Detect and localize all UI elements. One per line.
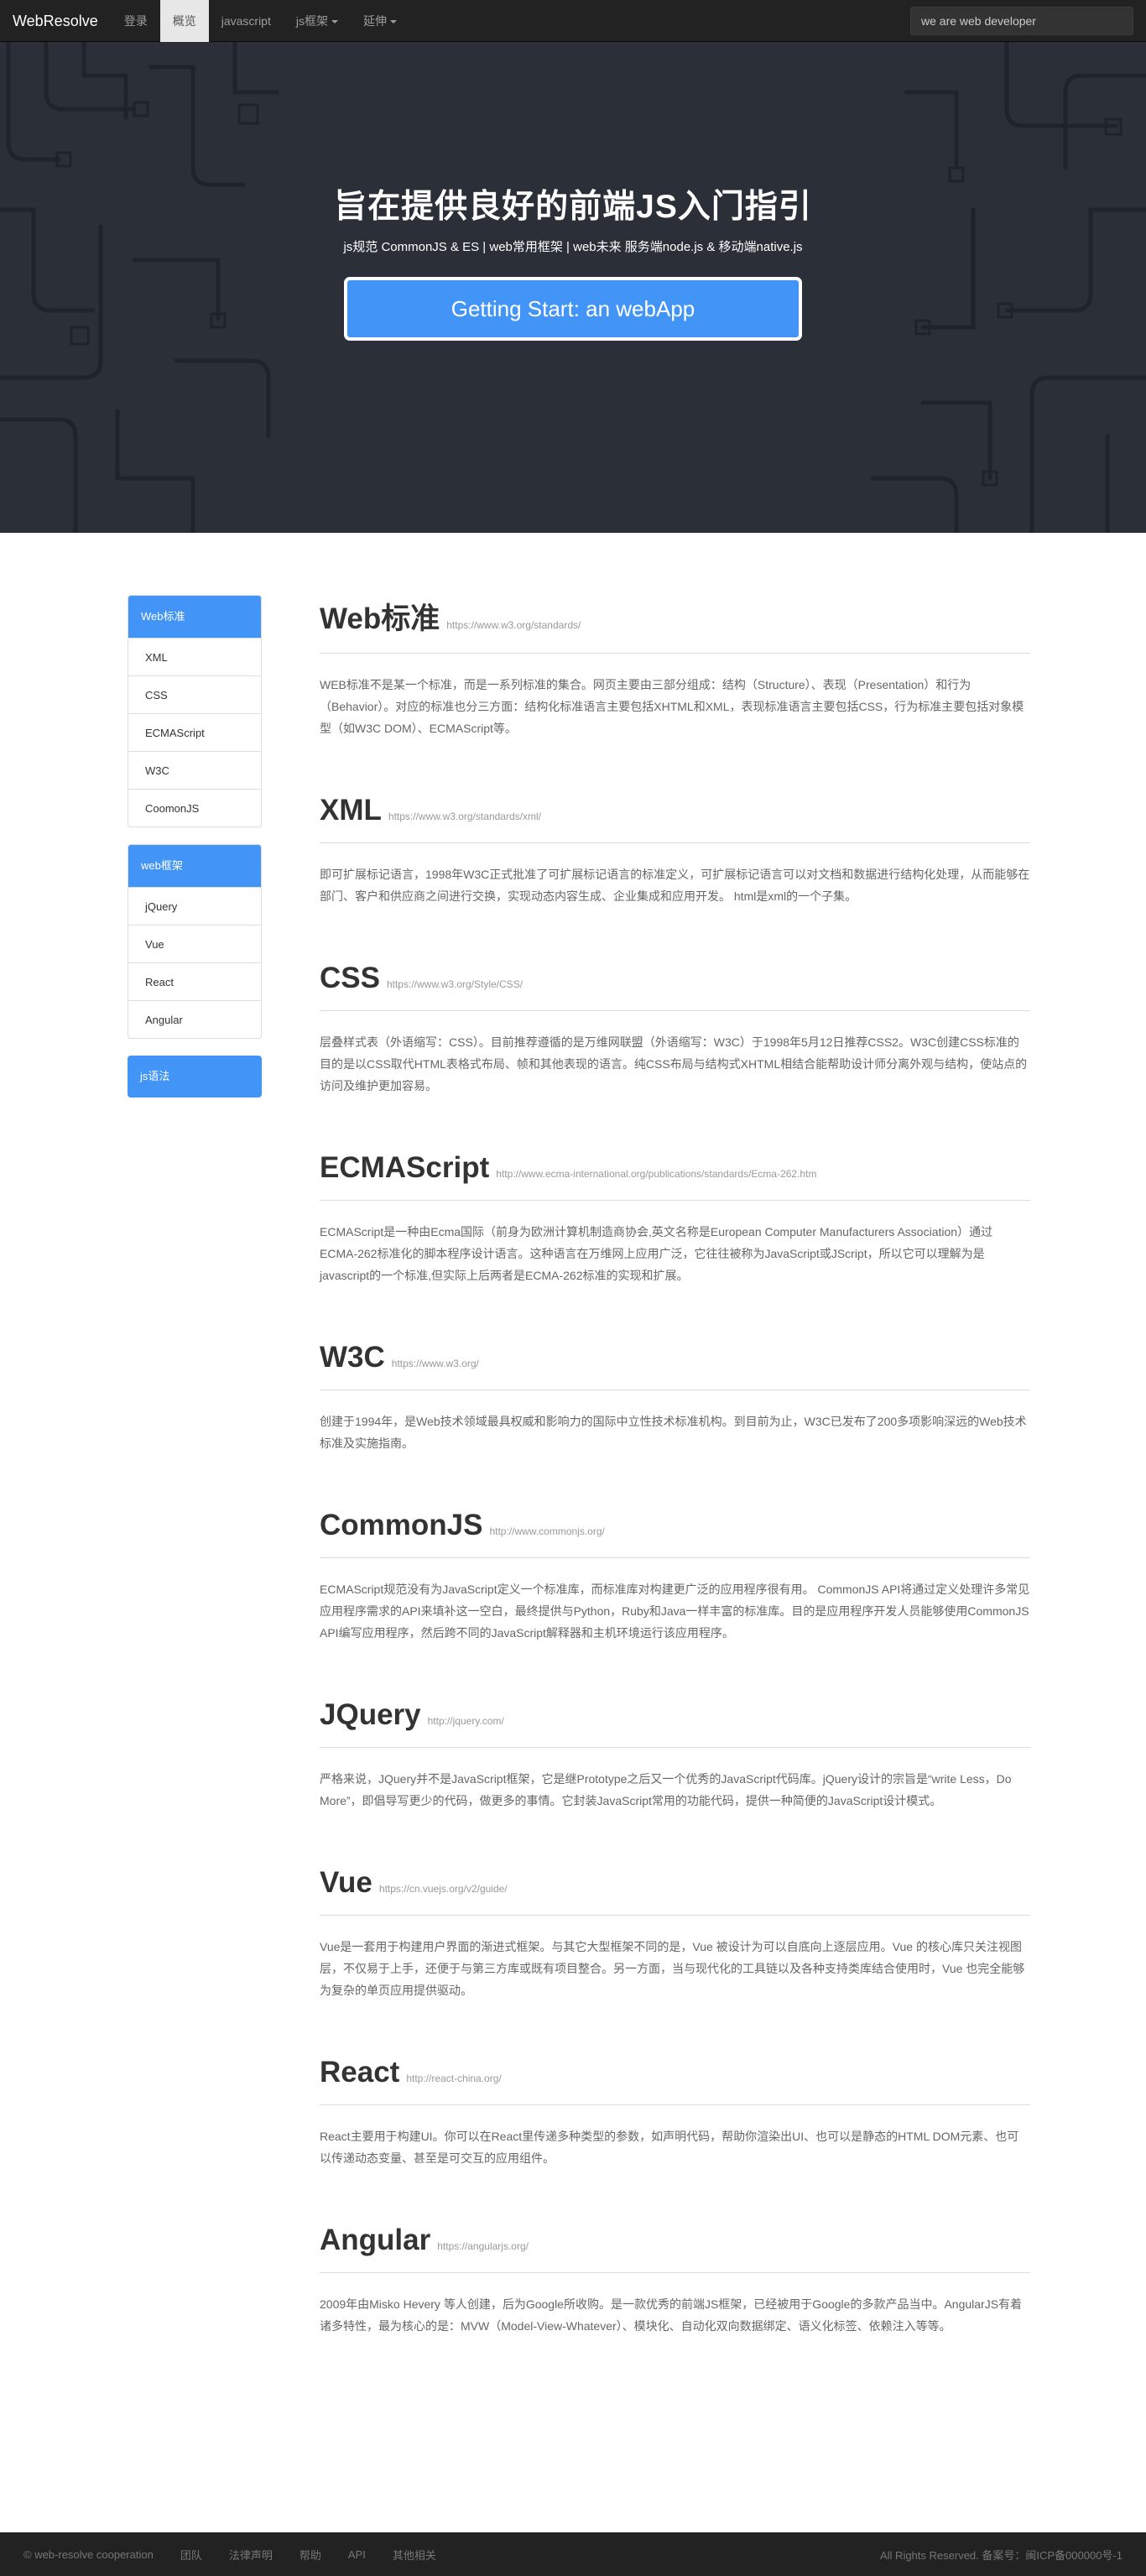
section-body: React主要用于构建UI。你可以在React里传递多种类型的参数，如声明代码，… <box>320 2130 1019 2165</box>
section-title: Angular <box>320 2224 431 2256</box>
page-footer: © web-resolve cooperation 团队 法律声明 帮助 API… <box>0 2532 1146 2576</box>
section-xml: XML https://www.w3.org/standards/xml/ 即可扩… <box>320 794 1030 962</box>
section-body: 严格来说，JQuery并不是JavaScript框架，它是继Prototype之… <box>320 1772 1012 1807</box>
section-css: CSS https://www.w3.org/Style/CSS/ 层叠样式表（外… <box>320 962 1030 1151</box>
nav-extend-dropdown[interactable]: 延伸 <box>351 0 409 42</box>
brand-logo[interactable]: WebResolve <box>0 0 112 42</box>
section-react: React http://react-china.org/ React主要用于构建… <box>320 2056 1030 2224</box>
footer-link-team[interactable]: 团队 <box>180 2547 202 2563</box>
nav-javascript[interactable]: javascript <box>209 0 284 42</box>
section-jquery: JQuery http://jquery.com/ 严格来说，JQuery并不是J… <box>320 1698 1030 1866</box>
search-input[interactable] <box>910 7 1133 35</box>
sidebar-item-vue[interactable]: Vue <box>128 925 261 962</box>
sidebar-item-react[interactable]: React <box>128 962 261 1000</box>
sidebar-group-web-frameworks: web框架 jQuery Vue React Angular <box>128 844 262 1039</box>
section-link[interactable]: https://www.w3.org/Style/CSS/ <box>387 978 523 990</box>
section-body: 层叠样式表（外语缩写：CSS）。目前推荐遵循的是万维网联盟（外语缩写：W3C）于… <box>320 1035 1028 1092</box>
section-ecmascript: ECMAScript http://www.ecma-international.… <box>320 1151 1030 1341</box>
hero-subtitle: js规范 CommonJS & ES | web常用框架 | web未来 服务端… <box>343 240 803 254</box>
footer-link-legal[interactable]: 法律声明 <box>229 2547 273 2563</box>
footer-link-help[interactable]: 帮助 <box>300 2547 321 2563</box>
hero-content: 旨在提供良好的前端JS入门指引 js规范 CommonJS & ES | web… <box>0 180 1146 341</box>
section-header: CSS https://www.w3.org/Style/CSS/ <box>320 962 1030 1011</box>
sidebar-group-js-syntax: js语法 <box>128 1056 262 1098</box>
nav-javascript-label: javascript <box>221 13 271 28</box>
sidebar-item-commonjs[interactable]: CoomonJS <box>128 789 261 827</box>
section-commonjs: CommonJS http://www.commonjs.org/ ECMAScr… <box>320 1509 1030 1698</box>
section-header: W3C https://www.w3.org/ <box>320 1341 1030 1390</box>
section-body: 创建于1994年，是Web技术领域最具权威和影响力的国际中立性技术标准机构。到目… <box>320 1415 1027 1450</box>
footer-link-api[interactable]: API <box>348 2548 366 2561</box>
nav-login-label: 登录 <box>123 13 148 28</box>
section-title: CommonJS <box>320 1509 483 1541</box>
sidebar-item-angular[interactable]: Angular <box>128 1000 261 1038</box>
section-angular: Angular https://angularjs.org/ 2009年由Misk… <box>320 2224 1030 2391</box>
sidebar-heading-js-syntax[interactable]: js语法 <box>128 1056 262 1098</box>
sidebar: Web标准 XML CSS ECMAScript W3C CoomonJS we… <box>128 595 262 1114</box>
section-w3c: W3C https://www.w3.org/ 创建于1994年，是Web技术领域… <box>320 1341 1030 1509</box>
sidebar-heading-web-frameworks[interactable]: web框架 <box>128 845 261 887</box>
section-title: W3C <box>320 1341 385 1374</box>
section-body: Vue是一套用于构建用户界面的渐进式框架。与其它大型框架不同的是，Vue 被设计… <box>320 1940 1025 1997</box>
section-header: ECMAScript http://www.ecma-international.… <box>320 1151 1030 1201</box>
sidebar-item-ecmascript[interactable]: ECMAScript <box>128 713 261 751</box>
section-link[interactable]: http://www.ecma-international.org/public… <box>496 1168 816 1180</box>
section-body: WEB标准不是某一个标准，而是一系列标准的集合。网页主要由三部分组成：结构（St… <box>320 678 1024 735</box>
nav-js-frameworks-dropdown[interactable]: js框架 <box>284 0 351 42</box>
section-title: XML <box>320 794 382 827</box>
hero-title: 旨在提供良好的前端JS入门指引 <box>334 189 812 225</box>
section-title: CSS <box>320 962 380 994</box>
section-header: Web标准 https://www.w3.org/standards/ <box>320 595 1030 654</box>
section-title: JQuery <box>320 1698 421 1731</box>
section-body: ECMAScript是一种由Ecma国际（前身为欧洲计算机制造商协会,英文名称是… <box>320 1225 993 1282</box>
section-header: CommonJS http://www.commonjs.org/ <box>320 1509 1030 1558</box>
section-vue: Vue https://cn.vuejs.org/v2/guide/ Vue是一套… <box>320 1866 1030 2056</box>
footer-link-other[interactable]: 其他相关 <box>393 2547 436 2563</box>
section-header: Vue https://cn.vuejs.org/v2/guide/ <box>320 1866 1030 1916</box>
section-link[interactable]: https://www.w3.org/standards/xml/ <box>388 811 541 822</box>
footer-copyright: © web-resolve cooperation <box>23 2547 154 2561</box>
section-title: React <box>320 2056 400 2088</box>
section-link[interactable]: https://cn.vuejs.org/v2/guide/ <box>379 1883 508 1895</box>
section-link[interactable]: https://www.w3.org/standards/ <box>446 619 581 631</box>
section-link[interactable]: http://react-china.org/ <box>406 2073 501 2084</box>
section-title: Web标准 <box>320 602 440 635</box>
section-header: XML https://www.w3.org/standards/xml/ <box>320 794 1030 843</box>
section-title: ECMAScript <box>320 1151 490 1184</box>
section-title: Vue <box>320 1866 372 1899</box>
chevron-down-icon <box>389 19 397 23</box>
sidebar-item-css[interactable]: CSS <box>128 675 261 713</box>
sidebar-group-web-standards: Web标准 XML CSS ECMAScript W3C CoomonJS <box>128 595 262 827</box>
sidebar-item-w3c[interactable]: W3C <box>128 751 261 789</box>
nav-overview[interactable]: 概览 <box>159 0 209 42</box>
getting-start-button[interactable]: Getting Start: an webApp <box>344 277 802 341</box>
hero-banner: 旨在提供良好的前端JS入门指引 js规范 CommonJS & ES | web… <box>0 42 1146 533</box>
sidebar-item-jquery[interactable]: jQuery <box>128 887 261 925</box>
section-body: 即可扩展标记语言，1998年W3C正式批准了可扩展标记语言的标准定义，可扩展标记… <box>320 868 1030 903</box>
section-header: Angular https://angularjs.org/ <box>320 2224 1030 2273</box>
main-articles: Web标准 https://www.w3.org/standards/ WEB标准… <box>320 595 1030 2391</box>
section-body: ECMAScript规范没有为JavaScript定义一个标准库，而标准库对构建… <box>320 1583 1030 1640</box>
section-body: 2009年由Misko Hevery 等人创建，后为Google所收购。是一款优… <box>320 2297 1023 2333</box>
footer-rights: All Rights Reserved. 备案号：闽ICP备000000号-1 <box>880 2548 1123 2562</box>
main-nav: 登录 概览 javascript js框架 延伸 <box>112 0 409 42</box>
section-link[interactable]: https://www.w3.org/ <box>392 1358 479 1369</box>
nav-js-frameworks-label: js框架 <box>295 13 328 28</box>
section-web-standards: Web标准 https://www.w3.org/standards/ WEB标准… <box>320 595 1030 794</box>
section-header: JQuery http://jquery.com/ <box>320 1698 1030 1748</box>
nav-extend-label: 延伸 <box>362 13 387 28</box>
sidebar-item-xml[interactable]: XML <box>128 638 261 675</box>
top-navbar: WebResolve 登录 概览 javascript js框架 延伸 <box>0 0 1146 42</box>
section-link[interactable]: http://jquery.com/ <box>428 1715 504 1727</box>
section-header: React http://react-china.org/ <box>320 2056 1030 2105</box>
nav-login[interactable]: 登录 <box>112 0 160 42</box>
sidebar-heading-web-standards[interactable]: Web标准 <box>128 596 261 638</box>
section-link[interactable]: http://www.commonjs.org/ <box>489 1525 604 1537</box>
content-area: Web标准 XML CSS ECMAScript W3C CoomonJS we… <box>0 533 1146 2391</box>
chevron-down-icon <box>331 19 338 23</box>
section-link[interactable]: https://angularjs.org/ <box>437 2240 529 2252</box>
nav-overview-label: 概览 <box>172 13 196 28</box>
